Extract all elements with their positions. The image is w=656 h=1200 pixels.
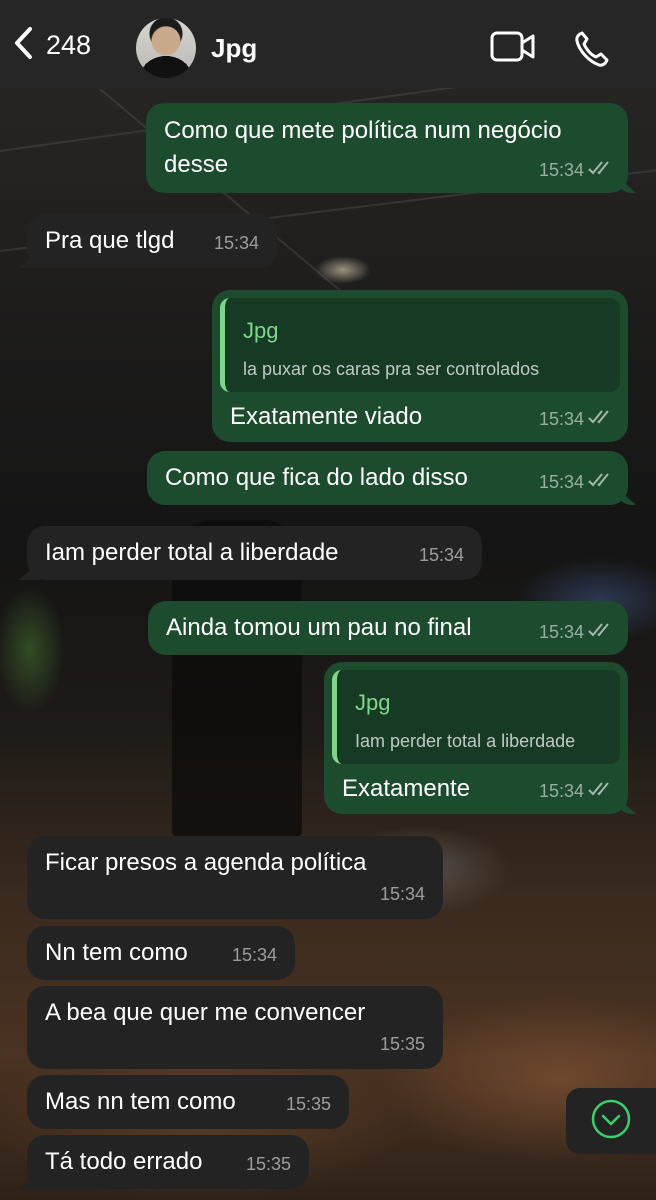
message-time: 15:35: [245, 1154, 291, 1174]
contact-avatar[interactable]: [136, 18, 196, 78]
quoted-message[interactable]: Jpg Iam perder total a liberdade: [332, 670, 620, 764]
message-text: Exatamente: [342, 775, 471, 802]
unread-count: 248: [46, 30, 92, 60]
message-time: 15:34: [538, 160, 584, 180]
message-meta: 15:34: [539, 465, 614, 499]
scroll-down-icon: [590, 1098, 632, 1145]
message-incoming[interactable]: Nn tem como 15:34: [27, 926, 295, 980]
back-chevron-icon: [12, 26, 34, 65]
message-meta: 15:34: [539, 774, 614, 808]
video-call-icon[interactable]: [490, 30, 536, 69]
message-time: 15:34: [418, 545, 464, 565]
message-text: Nn tem como: [45, 939, 188, 966]
double-check-icon: [588, 615, 614, 649]
message-incoming[interactable]: Pra que tlgd 15:34: [27, 214, 277, 268]
message-time: 15:34: [538, 622, 584, 642]
message-text-line: desse: [164, 151, 229, 178]
message-incoming[interactable]: Ficar presos a agenda política 15:34: [27, 836, 443, 919]
message-meta: 15:35: [246, 1147, 291, 1181]
quoted-message[interactable]: Jpg la puxar os caras pra ser controlado…: [220, 298, 620, 392]
message-outgoing[interactable]: Ainda tomou um pau no final 15:34: [148, 601, 628, 655]
message-text: Tá todo errado: [45, 1148, 203, 1175]
message-time: 15:34: [538, 781, 584, 801]
quoted-text: la puxar os caras pra ser controlados: [243, 359, 540, 379]
message-text: Iam perder total a liberdade: [45, 539, 339, 566]
quoted-text: Iam perder total a liberdade: [355, 731, 576, 751]
message-time: 15:34: [231, 945, 277, 965]
quoted-author: Jpg: [355, 690, 391, 715]
message-text: Mas nn tem como: [45, 1088, 236, 1115]
double-check-icon: [588, 774, 614, 808]
message-time: 15:35: [285, 1094, 331, 1114]
message-text: Exatamente viado: [230, 403, 423, 430]
message-meta: 15:34: [539, 402, 614, 436]
message-incoming[interactable]: A bea que quer me convencer 15:35: [27, 986, 443, 1069]
message-time: 15:35: [379, 1034, 425, 1054]
quoted-author: Jpg: [243, 318, 279, 343]
back-button[interactable]: 248: [12, 26, 91, 65]
message-outgoing-reply[interactable]: Jpg la puxar os caras pra ser controlado…: [212, 290, 628, 442]
message-incoming[interactable]: Iam perder total a liberdade 15:34: [27, 526, 482, 580]
message-meta: 15:34: [419, 538, 464, 572]
double-check-icon: [588, 153, 614, 187]
message-incoming[interactable]: Mas nn tem como 15:35: [27, 1075, 349, 1129]
message-meta: 15:34: [232, 938, 277, 972]
scroll-to-bottom-button[interactable]: [566, 1088, 656, 1154]
message-meta: 15:34: [539, 153, 614, 187]
message-text: A bea que quer me convencer: [45, 999, 366, 1026]
message-text: Como que fica do lado disso: [165, 464, 468, 491]
message-outgoing-reply[interactable]: Jpg Iam perder total a liberdade Exatame…: [324, 662, 628, 814]
message-text: Pra que tlgd: [45, 227, 175, 254]
message-incoming[interactable]: Tá todo errado 15:35: [27, 1135, 309, 1189]
message-text-line: Como que mete política num negócio: [164, 117, 562, 144]
message-meta: 15:34: [539, 615, 614, 649]
contact-name[interactable]: Jpg: [211, 33, 257, 64]
message-time: 15:34: [213, 233, 259, 253]
message-meta: 15:34: [380, 877, 425, 911]
phone-call-icon[interactable]: [574, 30, 610, 73]
message-outgoing[interactable]: Como que fica do lado disso 15:34: [147, 451, 628, 505]
message-time: 15:34: [379, 884, 425, 904]
message-text: Ainda tomou um pau no final: [166, 614, 472, 641]
message-time: 15:34: [538, 409, 584, 429]
wallpaper-plant: [0, 560, 90, 760]
message-meta: 15:34: [214, 226, 259, 260]
double-check-icon: [588, 402, 614, 436]
message-meta: 15:35: [286, 1087, 331, 1121]
chat-header: 248 Jpg: [0, 0, 656, 88]
message-meta: 15:35: [380, 1027, 425, 1061]
double-check-icon: [588, 465, 614, 499]
message-outgoing[interactable]: Como que mete política num negócio desse…: [146, 103, 628, 193]
message-text: Ficar presos a agenda política: [45, 849, 367, 876]
message-time: 15:34: [538, 472, 584, 492]
